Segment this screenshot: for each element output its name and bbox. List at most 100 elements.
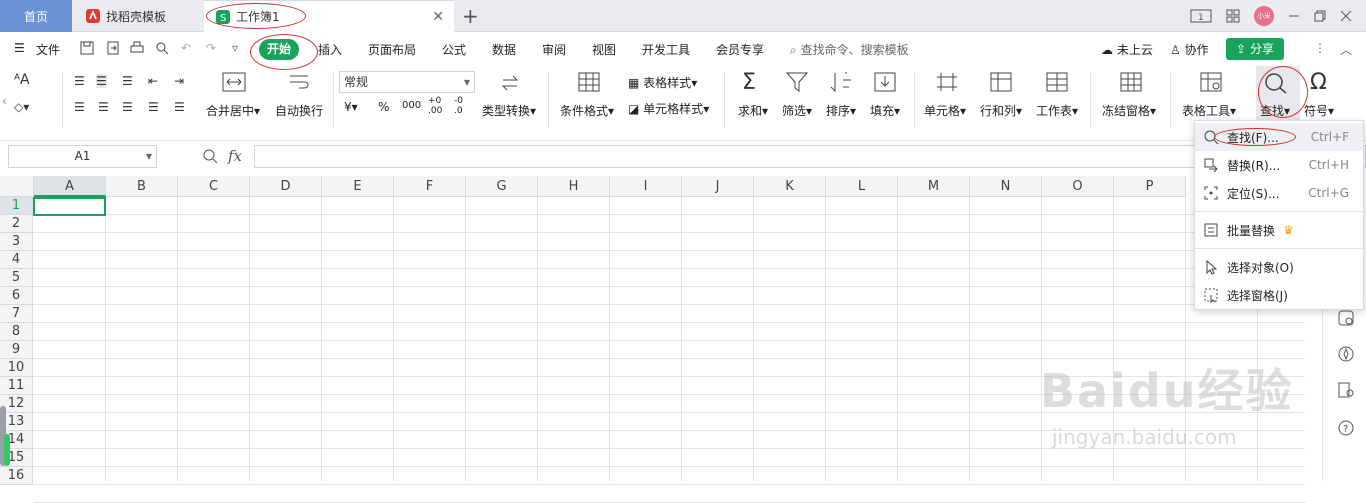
fill-button[interactable]: 填充▾ <box>870 102 900 119</box>
column-header-O[interactable]: O <box>1042 176 1114 197</box>
cell-icon[interactable] <box>936 72 958 92</box>
sidebar-tool-icon[interactable] <box>1337 309 1355 327</box>
number-format-select[interactable]: 常规 ▾ <box>339 71 475 93</box>
hamburger-icon[interactable]: ☰ <box>14 41 25 55</box>
symbol-icon[interactable]: Ω <box>1310 70 1327 95</box>
minimize-icon[interactable] <box>1288 10 1300 22</box>
table-tools-icon[interactable] <box>1200 72 1222 92</box>
row-header-2[interactable]: 2 <box>0 215 33 233</box>
more-icon[interactable]: ⋮ <box>1314 41 1326 55</box>
print-icon[interactable] <box>130 41 144 55</box>
restore-icon[interactable] <box>1314 10 1326 22</box>
column-header-N[interactable]: N <box>970 176 1042 197</box>
menu-item-replace[interactable]: 替换(R)... Ctrl+H <box>1195 151 1363 179</box>
selected-cell[interactable] <box>33 197 106 216</box>
zoom-search-icon[interactable] <box>202 148 218 164</box>
name-box[interactable]: A1 ▾ <box>8 145 157 168</box>
freeze-pane-icon[interactable] <box>1120 72 1142 92</box>
distribute-icon[interactable]: ☰ <box>174 100 185 114</box>
save-icon[interactable] <box>80 41 94 55</box>
column-header-D[interactable]: D <box>250 176 322 197</box>
column-header-F[interactable]: F <box>394 176 466 197</box>
justify-icon[interactable]: ☰ <box>148 100 159 114</box>
indent-increase-icon[interactable]: ⇥ <box>174 74 184 88</box>
preview-icon[interactable] <box>155 41 169 55</box>
conditional-format-button[interactable]: 条件格式▾ <box>560 102 614 119</box>
fx-icon[interactable]: fx <box>228 147 242 165</box>
worksheet-icon[interactable] <box>1046 72 1068 92</box>
filter-button[interactable]: 筛选▾ <box>782 102 812 119</box>
merge-center-button[interactable]: 合并居中▾ <box>206 102 260 119</box>
sum-icon[interactable]: Σ <box>742 70 756 95</box>
cell-style-button[interactable]: ◪ 单元格样式▾ <box>628 100 709 117</box>
decimal-decrease-button[interactable]: -0 .0 <box>454 96 474 116</box>
select-all-corner[interactable] <box>0 176 34 197</box>
row-col-button[interactable]: 行和列▾ <box>980 102 1022 119</box>
tab-daoke-templates[interactable]: 找稻壳模板 <box>74 0 202 32</box>
cloud-status[interactable]: ☁ 未上云 <box>1101 41 1153 58</box>
menu-formula[interactable]: 公式 <box>442 41 466 58</box>
collapse-ribbon-icon[interactable]: ︿ <box>1340 41 1352 58</box>
filter-icon[interactable] <box>786 72 808 92</box>
row-header-10[interactable]: 10 <box>0 359 33 377</box>
grid-apps-icon[interactable] <box>1226 9 1240 23</box>
layout-icon[interactable]: 1 <box>1190 9 1212 23</box>
menu-member[interactable]: 会员专享 <box>716 41 764 58</box>
close-tab-icon[interactable]: ✕ <box>432 9 444 25</box>
menu-insert[interactable]: 插入 <box>318 41 342 58</box>
close-window-icon[interactable] <box>1340 10 1352 22</box>
freeze-pane-button[interactable]: 冻结窗格▾ <box>1102 102 1156 119</box>
font-size-increase-icon[interactable]: ᴬA <box>14 72 30 88</box>
row-header-5[interactable]: 5 <box>0 269 33 287</box>
help-icon[interactable]: ? <box>1337 419 1355 437</box>
row-header-8[interactable]: 8 <box>0 323 33 341</box>
new-tab-icon[interactable]: + <box>462 4 479 28</box>
column-header-J[interactable]: J <box>682 176 754 197</box>
export-icon[interactable] <box>106 41 120 55</box>
wrap-text-button[interactable]: 自动换行 <box>275 102 323 119</box>
thousands-separator-button[interactable]: 000 <box>402 100 421 111</box>
menu-item-select-pane[interactable]: 选择窗格(J) <box>1195 281 1363 309</box>
merge-center-icon[interactable] <box>222 72 246 92</box>
row-header-6[interactable]: 6 <box>0 287 33 305</box>
column-header-I[interactable]: I <box>610 176 682 197</box>
tab-home[interactable]: 首页 <box>0 0 72 32</box>
sidebar-compass-icon[interactable] <box>1337 345 1355 363</box>
align-center-icon[interactable]: ☰ <box>98 100 109 114</box>
sort-icon[interactable] <box>830 72 852 92</box>
column-header-A[interactable]: A <box>34 176 106 197</box>
redo-icon[interactable]: ↷ <box>206 41 216 55</box>
worksheet-button[interactable]: 工作表▾ <box>1036 102 1078 119</box>
column-header-K[interactable]: K <box>754 176 826 197</box>
row-header-3[interactable]: 3 <box>0 233 33 251</box>
type-convert-icon[interactable] <box>500 74 520 92</box>
avatar[interactable]: 小米 <box>1254 6 1274 26</box>
menu-page-layout[interactable]: 页面布局 <box>368 41 416 58</box>
sort-button[interactable]: 排序▾ <box>826 102 856 119</box>
clear-format-icon[interactable]: ◇▾ <box>14 100 29 114</box>
align-left-icon[interactable]: ☰ <box>74 100 85 114</box>
menu-review[interactable]: 审阅 <box>542 41 566 58</box>
menu-item-batch-replace[interactable]: 批量替换 ♛ <box>1195 216 1363 244</box>
menu-data[interactable]: 数据 <box>492 41 516 58</box>
menu-item-select-objects[interactable]: 选择对象(O) <box>1195 253 1363 281</box>
row-header-4[interactable]: 4 <box>0 251 33 269</box>
align-top-icon[interactable]: ☰ <box>74 74 85 88</box>
undo-icon[interactable]: ↶ <box>181 41 191 55</box>
conditional-format-icon[interactable] <box>578 72 600 92</box>
row-header-16[interactable]: 16 <box>0 467 33 485</box>
row-col-icon[interactable] <box>990 72 1012 92</box>
sidebar-book-icon[interactable] <box>1337 381 1355 399</box>
sum-button[interactable]: 求和▾ <box>738 102 768 119</box>
menu-file[interactable]: 文件 <box>36 41 60 58</box>
fill-icon[interactable] <box>874 72 896 92</box>
symbol-button[interactable]: 符号▾ <box>1304 102 1334 119</box>
command-search[interactable]: ⌕ 查找命令、搜索模板 <box>790 41 909 58</box>
menu-dev-tools[interactable]: 开发工具 <box>642 41 690 58</box>
menu-item-goto[interactable]: 定位(S)... Ctrl+G <box>1195 179 1363 207</box>
table-style-button[interactable]: ▦ 表格样式▾ <box>628 74 697 91</box>
currency-format-button[interactable]: ¥▾ <box>344 100 358 114</box>
collab-button[interactable]: ♙ 协作 <box>1170 41 1209 58</box>
type-convert-button[interactable]: 类型转换▾ <box>482 102 536 119</box>
menu-view[interactable]: 视图 <box>592 41 616 58</box>
